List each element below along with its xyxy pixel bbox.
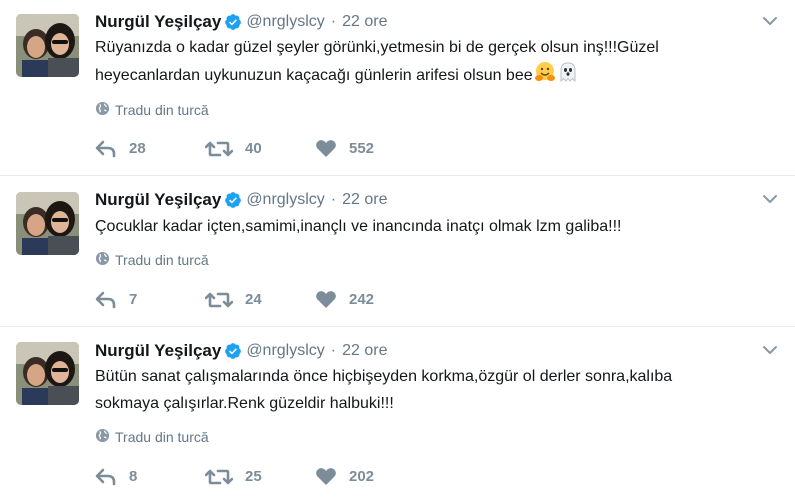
reply-button[interactable]: 8 [95,468,205,486]
like-count: 202 [349,468,375,485]
verified-badge-icon [224,13,242,31]
tweet-text-line: Rüyanızda o kadar güzel şeyler görünki,y… [95,39,659,56]
reply-count: 28 [129,140,146,157]
tweet-timestamp[interactable]: 22 ore [342,13,387,31]
retweet-button[interactable]: 40 [205,140,315,158]
separator-dot: · [330,191,337,208]
ghost-emoji [557,61,579,92]
retweet-icon [205,141,233,156]
retweet-button[interactable]: 25 [205,468,315,486]
reply-icon [95,468,116,485]
reply-icon [95,291,116,308]
like-button[interactable]: 242 [315,290,425,309]
author-username[interactable]: @nrglyslcy [246,342,324,360]
chevron-down-icon[interactable] [761,12,779,30]
separator-dot: · [330,13,337,30]
tweet-text-line: Çocuklar kadar içten,samimi,inançlı ve i… [95,218,622,235]
reply-button[interactable]: 28 [95,140,205,158]
tweet-actions: 8 25 202 [95,467,425,486]
hugging-face-emoji [534,61,556,92]
retweet-icon [205,292,233,307]
heart-icon [316,140,336,157]
retweet-count: 40 [245,140,262,157]
tweet-timestamp[interactable]: 22 ore [342,191,387,209]
translate-link[interactable]: Tradu din turcă [95,428,209,446]
tweet-timeline: Nurgül Yeşilçay @nrglyslcy · 22 ore Rüya… [0,0,795,502]
translate-label[interactable]: Tradu din turcă [115,429,209,445]
reply-button[interactable]: 7 [95,291,205,309]
avatar[interactable] [16,14,79,77]
globe-icon [95,428,115,446]
chevron-down-icon[interactable] [761,341,779,359]
retweet-count: 24 [245,291,262,308]
translate-link[interactable]: Tradu din turcă [95,251,209,269]
tweet-actions: 7 24 242 [95,290,425,309]
tweet-text: Rüyanızda o kadar güzel şeyler görünki,y… [95,34,775,92]
tweet-text: Çocuklar kadar içten,samimi,inançlı ve i… [95,213,775,240]
reply-count: 8 [129,468,138,485]
tweet-text: Bütün sanat çalışmalarında önce hiçbişey… [95,363,775,417]
author-name[interactable]: Nurgül Yeşilçay [95,12,221,32]
avatar[interactable] [16,192,79,255]
retweet-icon [205,469,233,484]
tweet-text-line: sokmaya çalışırlar.Renk güzeldir halbuki… [95,395,394,412]
heart-icon [316,291,336,308]
retweet-button[interactable]: 24 [205,291,315,309]
chevron-down-icon[interactable] [761,190,779,208]
like-count: 552 [349,140,375,157]
tweet-text-line: Bütün sanat çalışmalarında önce hiçbişey… [95,368,673,385]
separator-dot: · [330,342,337,359]
like-count: 242 [349,291,375,308]
tweet-text-line: heyecanlardan uykunuzun kaçacağı günleri… [95,67,533,84]
tweet[interactable]: Nurgül Yeşilçay @nrglyslcy · 22 ore Bütü… [0,327,795,502]
tweet-actions: 28 40 552 [95,139,425,158]
verified-badge-icon [224,342,242,360]
author-name[interactable]: Nurgül Yeşilçay [95,341,221,361]
author-username[interactable]: @nrglyslcy [246,191,324,209]
like-button[interactable]: 552 [315,139,425,158]
avatar[interactable] [16,342,79,405]
reply-icon [95,140,116,157]
author-username[interactable]: @nrglyslcy [246,13,324,31]
translate-label[interactable]: Tradu din turcă [115,102,209,118]
tweet-header: Nurgül Yeşilçay @nrglyslcy · 22 ore [95,11,388,33]
globe-icon [95,101,115,119]
globe-icon [95,251,115,269]
tweet-header: Nurgül Yeşilçay @nrglyslcy · 22 ore [95,340,388,362]
reply-count: 7 [129,291,138,308]
verified-badge-icon [224,191,242,209]
translate-label[interactable]: Tradu din turcă [115,252,209,268]
heart-icon [316,468,336,485]
retweet-count: 25 [245,468,262,485]
author-name[interactable]: Nurgül Yeşilçay [95,190,221,210]
tweet-timestamp[interactable]: 22 ore [342,342,387,360]
tweet[interactable]: Nurgül Yeşilçay @nrglyslcy · 22 ore Çocu… [0,176,795,327]
tweet[interactable]: Nurgül Yeşilçay @nrglyslcy · 22 ore Rüya… [0,0,795,176]
tweet-header: Nurgül Yeşilçay @nrglyslcy · 22 ore [95,189,388,211]
like-button[interactable]: 202 [315,467,425,486]
translate-link[interactable]: Tradu din turcă [95,101,209,119]
tweet-text-line-with-emoji: heyecanlardan uykunuzun kaçacağı günleri… [95,61,775,92]
